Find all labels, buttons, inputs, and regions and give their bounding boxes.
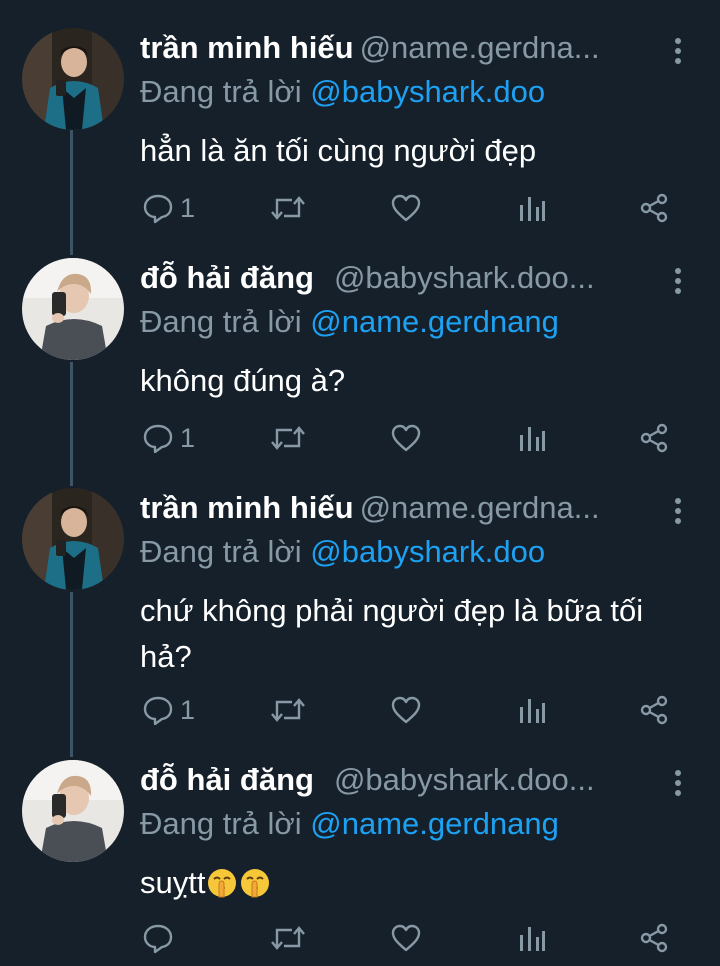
- share-icon: [638, 192, 670, 224]
- retweet-icon: [270, 423, 306, 453]
- share-icon: [638, 422, 670, 454]
- reply-button[interactable]: 1: [142, 420, 195, 456]
- tweet-header: đỗ hải đăng @babyshark.doo...: [140, 760, 660, 800]
- more-options-icon[interactable]: [668, 496, 688, 526]
- tweet-actions: 1: [140, 420, 680, 456]
- share-icon: [638, 694, 670, 726]
- tweet-actions: [140, 920, 680, 956]
- avatar[interactable]: [22, 258, 124, 360]
- user-handle[interactable]: @babyshark.doo...: [334, 762, 595, 797]
- replying-to-label: Đang trả lời: [140, 304, 302, 339]
- avatar[interactable]: [22, 28, 124, 130]
- reply-icon: [142, 922, 174, 954]
- tweet-header: trần minh hiếu @name.gerdna...: [140, 488, 660, 528]
- reply-button[interactable]: 1: [142, 692, 195, 728]
- tweet-text-content: suỵtt: [140, 865, 206, 900]
- analytics-button[interactable]: [518, 692, 546, 728]
- tweet-text: không đúng à?: [140, 363, 346, 398]
- like-icon: [390, 193, 422, 223]
- replying-to: Đang trả lời @babyshark.doo: [140, 72, 545, 112]
- analytics-icon: [518, 193, 546, 223]
- retweet-icon: [270, 695, 306, 725]
- reply-icon: [142, 694, 174, 726]
- like-button[interactable]: [390, 420, 422, 456]
- tweet-header: đỗ hải đăng @babyshark.doo...: [140, 258, 660, 298]
- thread-line: [70, 592, 73, 757]
- analytics-button[interactable]: [518, 190, 546, 226]
- shushing-face-emoji: [239, 866, 271, 898]
- reply-button[interactable]: 1: [142, 190, 195, 226]
- display-name[interactable]: đỗ hải đăng: [140, 762, 314, 797]
- reply-icon: [142, 422, 174, 454]
- display-name[interactable]: trần minh hiếu: [140, 490, 354, 525]
- like-button[interactable]: [390, 190, 422, 226]
- analytics-icon: [518, 695, 546, 725]
- user-handle[interactable]: @name.gerdna...: [360, 30, 600, 65]
- replying-to: Đang trả lời @babyshark.doo: [140, 532, 545, 572]
- analytics-button[interactable]: [518, 420, 546, 456]
- reply-count: 1: [180, 695, 196, 725]
- retweet-button[interactable]: [270, 692, 306, 728]
- more-options-icon[interactable]: [668, 768, 688, 798]
- thread-line: [70, 130, 73, 255]
- replying-to-label: Đang trả lời: [140, 74, 302, 109]
- tweet-actions: 1: [140, 190, 680, 226]
- reply-button[interactable]: [142, 920, 180, 956]
- share-button[interactable]: [638, 920, 670, 956]
- thread-line: [70, 362, 73, 486]
- retweet-button[interactable]: [270, 420, 306, 456]
- display-name[interactable]: đỗ hải đăng: [140, 260, 314, 295]
- reply-icon: [142, 192, 174, 224]
- like-button[interactable]: [390, 692, 422, 728]
- avatar[interactable]: [22, 760, 124, 862]
- like-icon: [390, 695, 422, 725]
- replying-to-handle[interactable]: @babyshark.doo: [310, 534, 545, 569]
- display-name[interactable]: trần minh hiếu: [140, 30, 354, 65]
- replying-to-handle[interactable]: @name.gerdnang: [310, 304, 559, 339]
- tweet-text: hẳn là ăn tối cùng người đẹp: [140, 133, 537, 168]
- like-icon: [390, 923, 422, 953]
- reply-count: 1: [180, 193, 196, 223]
- analytics-button[interactable]: [518, 920, 546, 956]
- analytics-icon: [518, 923, 546, 953]
- share-button[interactable]: [638, 190, 670, 226]
- like-button[interactable]: [390, 920, 422, 956]
- more-options-icon[interactable]: [668, 36, 688, 66]
- user-handle[interactable]: @name.gerdna...: [360, 490, 600, 525]
- analytics-icon: [518, 423, 546, 453]
- reply-count: 1: [180, 423, 196, 453]
- like-icon: [390, 423, 422, 453]
- retweet-button[interactable]: [270, 920, 306, 956]
- replying-to: Đang trả lời @name.gerdnang: [140, 302, 559, 342]
- tweet-actions: 1: [140, 692, 680, 728]
- tweet-text: suỵtt: [140, 860, 680, 906]
- retweet-button[interactable]: [270, 190, 306, 226]
- retweet-icon: [270, 193, 306, 223]
- replying-to: Đang trả lời @name.gerdnang: [140, 804, 559, 844]
- shushing-face-emoji: [206, 866, 238, 898]
- replying-to-handle[interactable]: @babyshark.doo: [310, 74, 545, 109]
- share-button[interactable]: [638, 420, 670, 456]
- avatar[interactable]: [22, 488, 124, 590]
- replying-to-label: Đang trả lời: [140, 534, 302, 569]
- more-options-icon[interactable]: [668, 266, 688, 296]
- user-handle[interactable]: @babyshark.doo...: [334, 260, 595, 295]
- share-icon: [638, 922, 670, 954]
- tweet-header: trần minh hiếu @name.gerdna...: [140, 28, 660, 68]
- replying-to-label: Đang trả lời: [140, 806, 302, 841]
- replying-to-handle[interactable]: @name.gerdnang: [310, 806, 559, 841]
- retweet-icon: [270, 923, 306, 953]
- tweet-text: chứ không phải người đẹp là bữa tối hả?: [140, 593, 644, 674]
- share-button[interactable]: [638, 692, 670, 728]
